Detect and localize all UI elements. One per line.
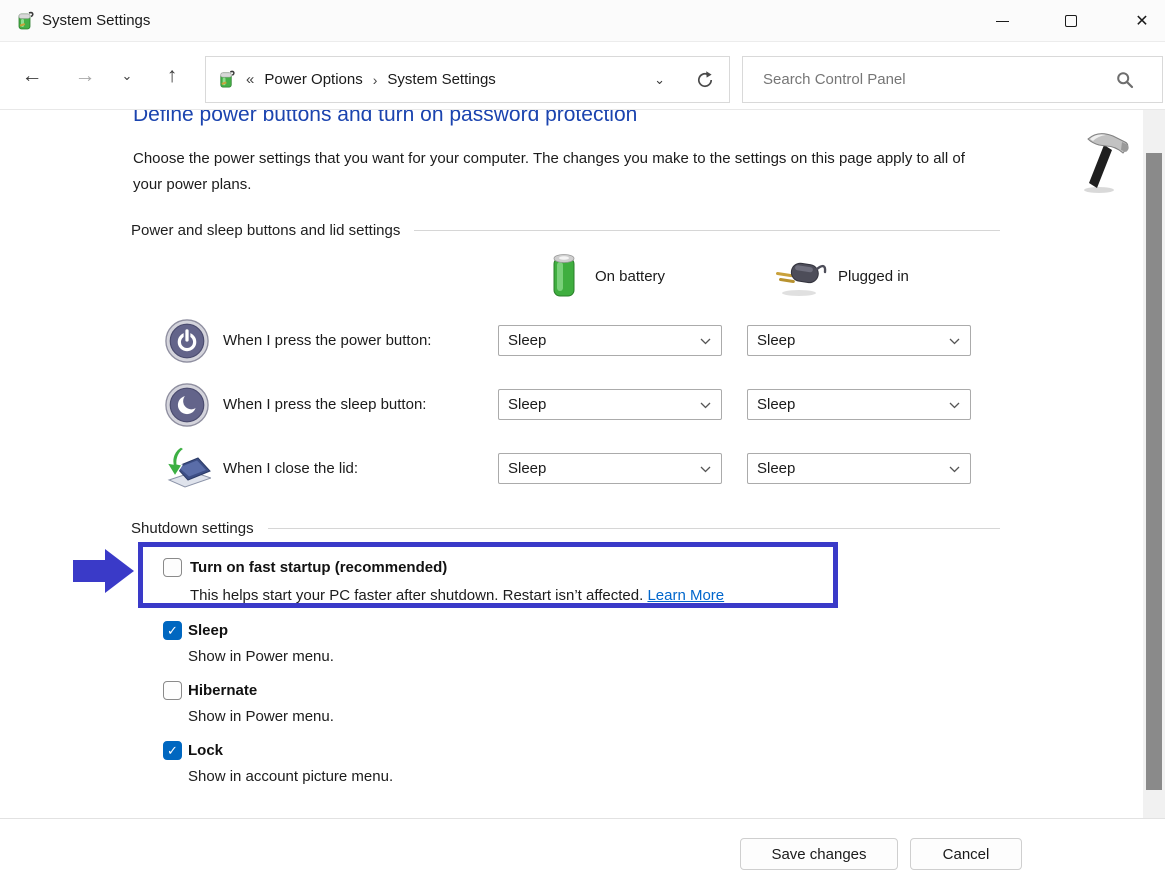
- power-button-icon: [163, 318, 211, 364]
- system-settings-window: System Settings ✕ ← → ⌄ ↑ « Power Option…: [0, 0, 1165, 883]
- save-changes-button[interactable]: Save changes: [740, 838, 898, 870]
- power-button-on-battery-select[interactable]: Sleep: [498, 325, 722, 356]
- chevron-down-icon: [949, 402, 960, 409]
- fast-startup-description-text: This helps start your PC faster after sh…: [190, 587, 647, 604]
- hibernate-checkbox[interactable]: [163, 681, 182, 700]
- back-button[interactable]: ←: [16, 42, 48, 110]
- close-button[interactable]: ✕: [1119, 0, 1165, 42]
- sleep-checkbox[interactable]: ✓: [163, 621, 182, 640]
- search-input[interactable]: [743, 57, 1162, 102]
- power-options-app-icon: [14, 10, 36, 32]
- navigation-bar: ← → ⌄ ↑ « Power Options › System Setting…: [0, 42, 1165, 110]
- selected-value: Sleep: [508, 460, 546, 477]
- forward-button[interactable]: →: [69, 42, 101, 110]
- hibernate-option-description: Show in Power menu.: [188, 708, 334, 725]
- power-button-row: When I press the power button: Sleep Sle…: [0, 318, 1165, 364]
- search-icon[interactable]: [1116, 71, 1134, 89]
- sleep-button-on-battery-select[interactable]: Sleep: [498, 389, 722, 420]
- breadcrumb-power-options[interactable]: Power Options: [264, 71, 362, 88]
- cancel-button[interactable]: Cancel: [910, 838, 1022, 870]
- window-title: System Settings: [42, 0, 150, 42]
- scrollbar-thumb[interactable]: [1146, 153, 1162, 790]
- page-title: Define power buttons and turn on passwor…: [133, 110, 637, 127]
- breadcrumb-root-icon[interactable]: «: [246, 71, 254, 88]
- chevron-down-icon: [700, 402, 711, 409]
- selected-value: Sleep: [508, 332, 546, 349]
- page-description: Choose the power settings that you want …: [133, 146, 995, 198]
- power-section-title: Power and sleep buttons and lid settings: [131, 222, 400, 239]
- sleep-button-plugged-in-select[interactable]: Sleep: [747, 389, 971, 420]
- close-lid-label: When I close the lid:: [223, 446, 358, 492]
- search-box[interactable]: [742, 56, 1163, 103]
- hibernate-option-label: Hibernate: [188, 682, 257, 699]
- chevron-down-icon: [949, 466, 960, 473]
- minimize-icon: [996, 21, 1009, 22]
- titlebar: System Settings ✕: [0, 0, 1165, 42]
- plug-icon: [772, 260, 828, 298]
- main-content: Define power buttons and turn on passwor…: [0, 110, 1165, 818]
- fast-startup-checkbox[interactable]: [163, 558, 182, 577]
- breadcrumb-system-settings[interactable]: System Settings: [387, 71, 495, 88]
- close-lid-icon: [163, 446, 211, 492]
- close-lid-on-battery-select[interactable]: Sleep: [498, 453, 722, 484]
- power-section-header: Power and sleep buttons and lid settings: [131, 222, 1000, 239]
- power-button-plugged-in-select[interactable]: Sleep: [747, 325, 971, 356]
- chevron-down-icon: [700, 338, 711, 345]
- breadcrumb-separator-icon: ›: [373, 72, 378, 88]
- plugged-in-column-label: Plugged in: [838, 268, 909, 285]
- section-rule: [414, 230, 1000, 231]
- on-battery-column-label: On battery: [595, 268, 665, 285]
- selected-value: Sleep: [757, 460, 795, 477]
- close-lid-row: When I close the lid: Sleep Sleep: [0, 446, 1165, 492]
- fast-startup-label: Turn on fast startup (recommended): [190, 559, 447, 576]
- hammer-icon: [1078, 130, 1136, 194]
- section-rule: [268, 528, 1000, 529]
- sleep-button-label: When I press the sleep button:: [223, 382, 426, 428]
- shutdown-section-title: Shutdown settings: [131, 520, 254, 537]
- selected-value: Sleep: [757, 332, 795, 349]
- lock-checkbox[interactable]: ✓: [163, 741, 182, 760]
- battery-icon: [550, 251, 578, 299]
- shutdown-section-header: Shutdown settings: [131, 520, 1000, 537]
- sleep-option-label: Sleep: [188, 622, 228, 639]
- learn-more-link[interactable]: Learn More: [647, 587, 724, 604]
- chevron-down-icon: [949, 338, 960, 345]
- maximize-icon: [1065, 15, 1077, 27]
- sleep-option-description: Show in Power menu.: [188, 648, 334, 665]
- up-button[interactable]: ↑: [156, 42, 188, 110]
- address-bar[interactable]: « Power Options › System Settings ⌄: [205, 56, 730, 103]
- footer-bar: Save changes Cancel: [0, 818, 1165, 883]
- close-lid-plugged-in-select[interactable]: Sleep: [747, 453, 971, 484]
- fast-startup-description: This helps start your PC faster after sh…: [190, 587, 724, 604]
- lock-option-label: Lock: [188, 742, 223, 759]
- power-button-label: When I press the power button:: [223, 318, 431, 364]
- power-options-breadcrumb-icon: [216, 69, 237, 90]
- address-dropdown-chevron-icon[interactable]: ⌄: [654, 72, 665, 88]
- lock-option-description: Show in account picture menu.: [188, 768, 393, 785]
- selected-value: Sleep: [757, 396, 795, 413]
- selected-value: Sleep: [508, 396, 546, 413]
- sleep-button-row: When I press the sleep button: Sleep Sle…: [0, 382, 1165, 428]
- maximize-button[interactable]: [1048, 0, 1094, 42]
- minimize-button[interactable]: [979, 0, 1025, 42]
- sleep-button-icon: [163, 382, 211, 428]
- refresh-icon[interactable]: [695, 70, 715, 90]
- chevron-down-icon: [700, 466, 711, 473]
- vertical-scrollbar[interactable]: [1143, 110, 1165, 818]
- recent-pages-chevron-icon[interactable]: ⌄: [112, 42, 142, 110]
- highlight-arrow-icon: [73, 548, 135, 594]
